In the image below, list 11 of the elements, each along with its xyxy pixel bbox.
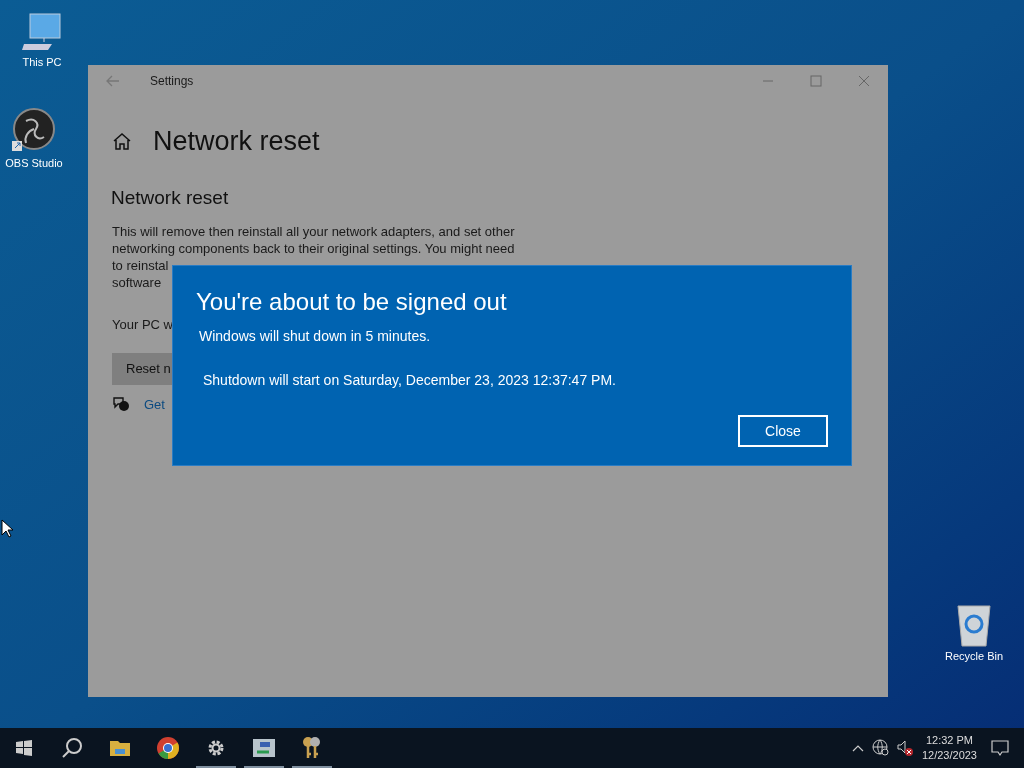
page-title: Network reset xyxy=(153,125,320,158)
dialog-message: Windows will shut down in 5 minutes. xyxy=(199,327,432,346)
dialog-title: You're about to be signed out xyxy=(196,287,508,317)
dialog-detail: Shutdown will start on Saturday, December 23, 2023 12:37:47 PM. xyxy=(203,371,617,390)
status-text: Your PC w xyxy=(112,316,173,334)
section-title: Network reset xyxy=(111,185,230,210)
description-line: software xyxy=(112,274,162,291)
window-title: Settings xyxy=(150,73,194,90)
description-line: to reinstal xyxy=(112,257,169,274)
description-line: networking components back to their original settings. You might need xyxy=(112,240,515,257)
description-line: This will remove then reinstall all your network adapters, and set other xyxy=(112,223,515,240)
